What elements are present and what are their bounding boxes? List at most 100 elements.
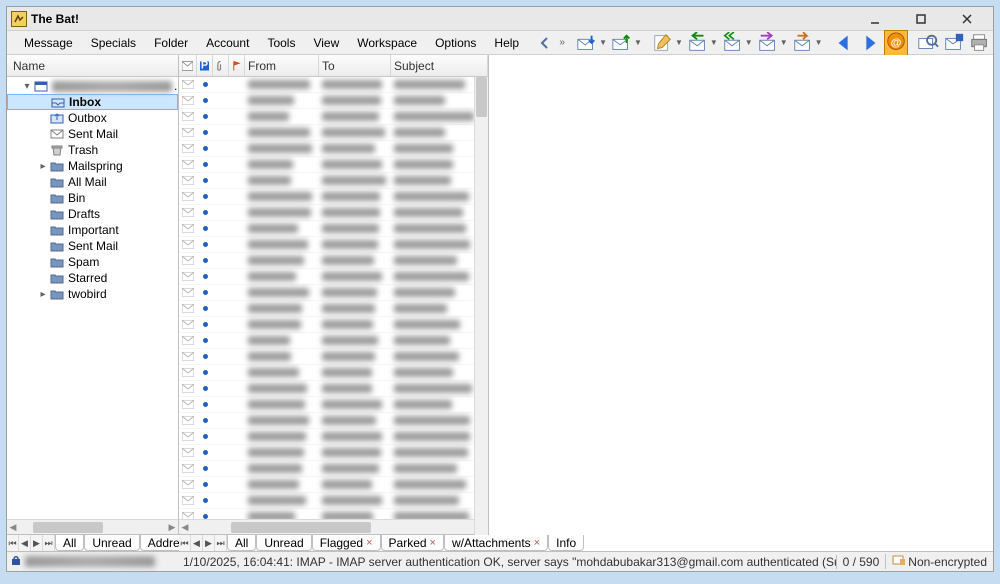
message-row[interactable] (179, 173, 488, 189)
nav-more-button[interactable]: » (556, 29, 568, 57)
message-row[interactable] (179, 413, 488, 429)
tab-unread[interactable]: Unread (84, 535, 139, 551)
folder-header[interactable]: Name (7, 55, 178, 77)
get-mail-button[interactable]: ▼ (575, 30, 608, 56)
message-row[interactable] (179, 125, 488, 141)
tab-close-icon[interactable]: × (534, 537, 540, 549)
col-flag-icon[interactable] (229, 55, 245, 76)
message-row[interactable] (179, 221, 488, 237)
col-from[interactable]: From (245, 55, 319, 76)
message-row[interactable] (179, 269, 488, 285)
new-message-button[interactable]: ▼ (651, 30, 684, 56)
menu-view[interactable]: View (304, 33, 348, 53)
message-row[interactable] (179, 397, 488, 413)
reply-button[interactable]: ▼ (686, 30, 719, 56)
folder-row-twobird[interactable]: ▸twobird (7, 286, 178, 302)
folder-row-all-mail[interactable]: All Mail (7, 174, 178, 190)
message-row[interactable] (179, 365, 488, 381)
message-row[interactable] (179, 237, 488, 253)
maximize-button[interactable] (907, 9, 935, 29)
folder-row-account[interactable]: ▾. (7, 78, 178, 94)
tree-caret[interactable]: ▾ (21, 81, 33, 92)
folder-tree[interactable]: ▾.InboxOutboxSent MailTrash▸MailspringAl… (7, 77, 178, 519)
send-mail-button[interactable]: ▼ (610, 30, 643, 56)
message-list-hscrollbar[interactable]: ◀▶ (179, 519, 488, 534)
message-row[interactable] (179, 509, 488, 519)
message-row[interactable] (179, 77, 488, 93)
menu-specials[interactable]: Specials (82, 33, 145, 53)
folder-row-spam[interactable]: Spam (7, 254, 178, 270)
tree-caret[interactable]: ▸ (37, 289, 49, 300)
message-row[interactable] (179, 381, 488, 397)
msg-tab-prev[interactable]: ◀ (191, 535, 203, 551)
col-to[interactable]: To (319, 55, 391, 76)
message-row[interactable] (179, 141, 488, 157)
folder-row-bin[interactable]: Bin (7, 190, 178, 206)
menu-help[interactable]: Help (485, 33, 528, 53)
message-row[interactable] (179, 349, 488, 365)
tab-all[interactable]: All (227, 535, 256, 551)
message-row[interactable] (179, 429, 488, 445)
folder-row-starred[interactable]: Starred (7, 270, 178, 286)
tab-unread[interactable]: Unread (256, 535, 311, 551)
print-button[interactable] (968, 30, 992, 56)
reply-all-button[interactable]: ▼ (721, 30, 754, 56)
folder-hscrollbar[interactable]: ◀▶ (7, 519, 178, 534)
col-envelope-icon[interactable] (179, 55, 197, 76)
folder-row-outbox[interactable]: Outbox (7, 110, 178, 126)
menu-message[interactable]: Message (15, 33, 82, 53)
folder-tab-next[interactable]: ▶ (31, 535, 43, 551)
menu-account[interactable]: Account (197, 33, 258, 53)
menu-workspace[interactable]: Workspace (348, 33, 426, 53)
menu-tools[interactable]: Tools (258, 33, 304, 53)
message-row[interactable] (179, 317, 488, 333)
message-row[interactable] (179, 205, 488, 221)
forward-button[interactable]: ▼ (756, 30, 789, 56)
message-row[interactable] (179, 445, 488, 461)
tab-close-icon[interactable]: × (366, 537, 372, 549)
message-row[interactable] (179, 157, 488, 173)
tab-info[interactable]: Info (548, 535, 584, 551)
tab-w-attachments[interactable]: w/Attachments× (444, 535, 548, 551)
nav-back-button[interactable] (534, 29, 556, 57)
col-attach-icon[interactable] (213, 55, 229, 76)
folder-row-inbox[interactable]: Inbox (7, 94, 178, 110)
folder-row-sent-mail[interactable]: Sent Mail (7, 126, 178, 142)
folder-tab-first[interactable]: ⏮ (7, 535, 19, 551)
message-list-vscrollbar[interactable] (474, 77, 488, 535)
tab-flagged[interactable]: Flagged× (312, 535, 381, 551)
message-row[interactable] (179, 477, 488, 493)
folder-row-drafts[interactable]: Drafts (7, 206, 178, 222)
message-row[interactable] (179, 253, 488, 269)
address-book-button[interactable]: @ (884, 30, 908, 56)
col-subject[interactable]: Subject (391, 55, 488, 76)
redirect-button[interactable]: ▼ (791, 30, 824, 56)
tab-close-icon[interactable]: × (430, 537, 436, 549)
prev-button[interactable] (832, 30, 856, 56)
minimize-button[interactable] (861, 9, 889, 29)
folder-row-sent-mail[interactable]: Sent Mail (7, 238, 178, 254)
status-encryption[interactable]: Non-encrypted (885, 554, 993, 569)
msg-tab-last[interactable]: ⏭ (215, 535, 227, 551)
folder-tab-last[interactable]: ⏭ (43, 535, 55, 551)
menu-folder[interactable]: Folder (145, 33, 197, 53)
titlebar[interactable]: The Bat! (7, 7, 993, 31)
folder-row-important[interactable]: Important (7, 222, 178, 238)
msg-tab-first[interactable]: ⏮ (179, 535, 191, 551)
folder-row-mailspring[interactable]: ▸Mailspring (7, 158, 178, 174)
message-row[interactable] (179, 493, 488, 509)
close-button[interactable] (953, 9, 981, 29)
folder-row-trash[interactable]: Trash (7, 142, 178, 158)
folder-tab-prev[interactable]: ◀ (19, 535, 31, 551)
message-row[interactable] (179, 285, 488, 301)
tab-parked[interactable]: Parked× (381, 535, 444, 551)
msg-tab-next[interactable]: ▶ (203, 535, 215, 551)
message-row[interactable] (179, 301, 488, 317)
message-list-body[interactable] (179, 77, 488, 519)
find-button[interactable] (916, 30, 940, 56)
message-row[interactable] (179, 461, 488, 477)
menu-options[interactable]: Options (426, 33, 485, 53)
next-button[interactable] (858, 30, 882, 56)
col-park-icon[interactable]: P (197, 55, 213, 76)
tab-all[interactable]: All (55, 535, 84, 551)
